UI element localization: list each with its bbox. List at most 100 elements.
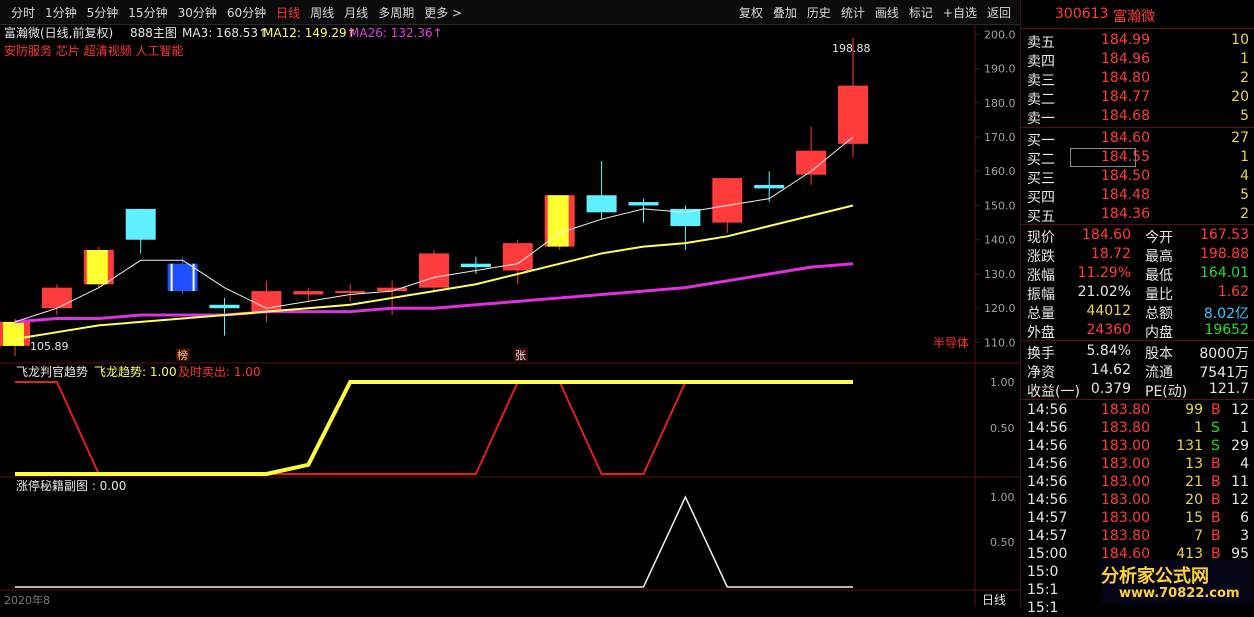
period-tab-1[interactable]: 1分钟 — [40, 4, 82, 21]
period-tab-4[interactable]: 30分钟 — [173, 4, 222, 21]
tick-price: 183.00 — [1101, 456, 1150, 472]
sub2-axis-label: 1.00 — [990, 491, 1015, 504]
low-price-label: 105.89 — [30, 340, 69, 353]
bid-row[interactable]: 买四 184.48 5 — [1021, 186, 1254, 206]
stat-row[interactable]: 收益(一) 0.379 PE(动) 121.7 — [1021, 380, 1254, 400]
tick-side: B — [1211, 474, 1221, 490]
kline-chart[interactable]: 200.0 190.0 180.0 170.0 160.0 150.0 140.0 130.0… — [0, 24, 1020, 607]
stat-row[interactable]: 振幅 21.02% 量比 1.62 — [1021, 283, 1254, 303]
ma26-label: MA26: 132.36↑ — [349, 26, 443, 40]
bid-volume: 27 — [1231, 130, 1249, 146]
tick-row[interactable]: 14:57 183.00 15 B 6 — [1021, 509, 1254, 527]
price-axis-label: 150.0 — [984, 199, 1016, 212]
tick-price: 183.80 — [1101, 528, 1150, 544]
tick-row[interactable]: 14:56 183.00 20 B 12 — [1021, 491, 1254, 509]
tick-row[interactable]: 14:56 183.80 99 B 12 — [1021, 401, 1254, 419]
period-tab-6[interactable]: 日线 — [271, 4, 305, 21]
tick-price: 183.00 — [1101, 438, 1150, 454]
tick-volume: 99 — [1185, 402, 1203, 418]
ask-price: 184.80 — [1101, 70, 1150, 86]
ask-price: 184.96 — [1101, 51, 1150, 67]
period-tab-10[interactable]: 更多 > — [419, 4, 467, 21]
sub2-title: 涨停秘籍副图 : 0.00 — [16, 478, 126, 493]
bid-label: 买一 — [1027, 133, 1055, 149]
tool-button-2[interactable]: 历史 — [802, 4, 836, 21]
tick-row[interactable]: 14:56 183.00 131 S 29 — [1021, 437, 1254, 455]
stat-value: 8.02亿 — [1203, 306, 1249, 322]
tick-price: 183.00 — [1101, 474, 1150, 490]
stat-row[interactable]: 净资 14.62 流通 7541万 — [1021, 361, 1254, 381]
bid-row[interactable]: 买三 184.50 4 — [1021, 167, 1254, 187]
tool-button-6[interactable]: +自选 — [938, 4, 982, 21]
tick-volume: 1 — [1194, 420, 1203, 436]
quote-panel: 300613 富瀚微 卖五 184.99 10 卖四 184.96 1 卖三 184.80 2 卖… — [1020, 0, 1254, 616]
tick-side: B — [1211, 528, 1221, 544]
ask-volume: 2 — [1240, 70, 1249, 86]
tick-row[interactable]: 14:57 183.80 7 B 3 — [1021, 527, 1254, 545]
bid-row[interactable]: 买一 184.60 27 — [1021, 129, 1254, 149]
tool-button-0[interactable]: 复权 — [734, 4, 768, 21]
ask-row[interactable]: 卖二 184.77 20 — [1021, 88, 1254, 108]
sub2-axis-label: 0.50 — [990, 536, 1015, 549]
period-tab-9[interactable]: 多周期 — [373, 4, 419, 21]
stock-name: 富瀚微 — [1113, 9, 1155, 25]
bid-label: 买三 — [1027, 171, 1055, 187]
ask-row[interactable]: 卖四 184.96 1 — [1021, 50, 1254, 70]
stat-row[interactable]: 外盘 24360 内盘 19652 — [1021, 321, 1254, 341]
candle-body — [460, 263, 491, 268]
ask-label: 卖五 — [1027, 35, 1055, 51]
tick-row[interactable]: 14:56 183.00 21 B 11 — [1021, 473, 1254, 491]
tick-time: 15:1 — [1027, 582, 1059, 598]
stat-row[interactable]: 换手 5.84% 股本 8000万 — [1021, 342, 1254, 362]
period-tab-5[interactable]: 60分钟 — [222, 4, 271, 21]
stat-value: 24360 — [1086, 322, 1131, 338]
period-tab-8[interactable]: 月线 — [339, 4, 373, 21]
ask-row[interactable]: 卖五 184.99 10 — [1021, 31, 1254, 51]
period-tab-2[interactable]: 5分钟 — [82, 4, 124, 21]
watermark-text: 分析家公式网 — [1101, 566, 1209, 587]
tool-button-4[interactable]: 画线 — [870, 4, 904, 21]
stat-row[interactable]: 总量 44012 总额 8.02亿 — [1021, 302, 1254, 322]
tick-time: 15:1 — [1027, 600, 1059, 616]
divider — [1021, 224, 1254, 225]
period-tab-0[interactable]: 分时 — [6, 4, 40, 21]
watermark-url: www.70822.com — [1119, 586, 1240, 601]
stat-label: 涨幅 — [1027, 268, 1055, 284]
stat-row[interactable]: 现价 184.60 今开 167.53 — [1021, 226, 1254, 246]
price-axis-label: 140.0 — [984, 234, 1016, 247]
ask-row[interactable]: 卖一 184.68 5 — [1021, 107, 1254, 127]
tool-buttons: 复权 叠加 历史 统计 画线 标记 +自选 返回 — [734, 4, 1016, 21]
bid-row[interactable]: 买五 184.36 2 — [1021, 205, 1254, 225]
chart-title: 富瀚微(日线,前复权) — [4, 25, 113, 40]
period-tab-3[interactable]: 15分钟 — [123, 4, 172, 21]
candle-highlight — [3, 321, 24, 346]
tick-row[interactable]: 14:56 183.00 13 B 4 — [1021, 455, 1254, 473]
stat-label: 涨跌 — [1027, 249, 1055, 265]
tick-volume: 20 — [1185, 492, 1203, 508]
tool-button-3[interactable]: 统计 — [836, 4, 870, 21]
tool-button-7[interactable]: 返回 — [982, 4, 1016, 21]
stat-row[interactable]: 涨跌 18.72 最高 198.88 — [1021, 245, 1254, 265]
tick-row[interactable]: 14:56 183.80 1 S 1 — [1021, 419, 1254, 437]
candle-body — [628, 202, 659, 206]
stat-value: 198.88 — [1200, 246, 1249, 262]
indicator-name[interactable]: 888主图 — [130, 26, 177, 40]
tool-button-5[interactable]: 标记 — [904, 4, 938, 21]
tick-volume: 7 — [1194, 528, 1203, 544]
bid-row[interactable]: 买二 184.55 1 — [1021, 148, 1254, 168]
stat-label: 现价 — [1027, 230, 1055, 246]
tick-price: 183.00 — [1101, 492, 1150, 508]
ask-row[interactable]: 卖三 184.80 2 — [1021, 69, 1254, 89]
period-tab-7[interactable]: 周线 — [305, 4, 339, 21]
tick-count: 12 — [1231, 402, 1249, 418]
ma12-label: MA12: 149.29↑ — [263, 26, 357, 40]
stat-value: 11.29% — [1077, 265, 1131, 281]
divider — [1021, 127, 1254, 128]
stat-value: 19652 — [1204, 322, 1249, 338]
stat-label: 外盘 — [1027, 325, 1055, 341]
tool-button-1[interactable]: 叠加 — [768, 4, 802, 21]
sub1-title: 飞龙判官趋势 — [16, 364, 88, 379]
concept-tags: 安防服务 芯片 超清视频 人工智能 — [4, 43, 183, 58]
bid-label: 买五 — [1027, 209, 1055, 225]
stat-row[interactable]: 涨幅 11.29% 最低 164.01 — [1021, 264, 1254, 284]
